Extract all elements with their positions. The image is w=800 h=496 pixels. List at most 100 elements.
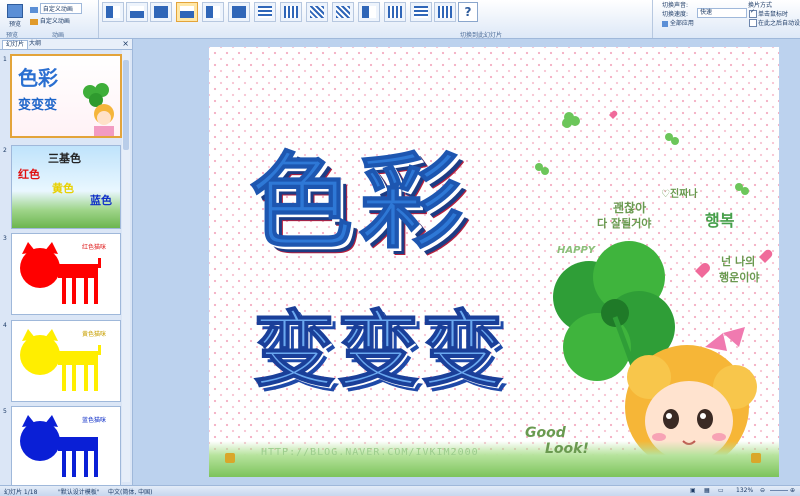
custom-animation-icon [30,18,38,25]
thumb-red-cat-image [20,242,101,304]
close-icon[interactable]: × [122,39,129,48]
transition-option-10[interactable] [332,2,354,22]
view-slideshow-icon[interactable]: ▭ [718,487,724,494]
transition-sound-label: 切换声音: [662,2,689,9]
thumb-yellow-cat-image [20,329,101,391]
slide-thumbnail-5[interactable]: 蓝色猫咪 [11,406,121,486]
panel-scrollbar[interactable] [122,50,130,482]
ribbon-divider [652,0,653,38]
transition-icon [284,6,298,18]
deco-text: Look! [545,441,589,457]
tab-slides[interactable]: 幻灯片 [2,40,29,49]
transition-icon [206,6,220,18]
transition-icon [388,6,402,18]
transition-icon [336,6,350,18]
zoom-in-icon[interactable]: ⊕ [790,487,795,494]
thumb-number: 3 [3,235,7,242]
deco-text: 행운이야 [719,271,760,284]
thumb-number: 5 [3,408,7,415]
view-sorter-icon[interactable]: ▦ [704,487,710,494]
thumb-subtitle: 变变变 [18,98,58,113]
transition-icon [106,6,120,18]
status-bar: 幻灯片 1/18 "默认设计模板" 中文(简体, 中国) ▣ ▦ ▭ 132% … [0,485,800,496]
animation-icon [30,6,38,13]
transition-icon [310,6,324,18]
deco-text: HAPPY [557,245,596,256]
transition-option-5[interactable] [202,2,224,22]
transition-option-8[interactable] [280,2,302,22]
auto-after-checkbox[interactable] [749,19,757,27]
thumb-title: 三基色 [48,152,81,165]
preview-button-label: 预览 [8,21,21,28]
transition-icon [414,6,428,18]
transition-option-11[interactable] [358,2,380,22]
transition-icon [362,6,376,18]
zoom-slider[interactable] [770,490,788,491]
transition-icon [232,6,246,18]
thumb-yellow-label: 黄色 [52,182,74,195]
scrollbar-thumb[interactable] [123,60,129,150]
transition-option-14[interactable] [434,2,456,22]
transition-icon [258,6,272,18]
ribbon-divider [98,0,99,38]
transition-option-2[interactable] [126,2,148,22]
transition-option-3[interactable] [150,2,172,22]
zoom-level[interactable]: 132% [736,487,753,494]
thumb-blue-cat-image [20,415,98,477]
on-click-label: 单击鼠标时 [758,11,789,18]
transition-option-9[interactable] [306,2,328,22]
deco-text: 넌 나의 [721,255,756,268]
group-label-animation: 动画 [52,32,65,39]
ribbon: 预览 预览 自定义动画 自定义动画 动画 ? 切换到此幻灯片 切换声音: 切换速… [0,0,800,39]
transition-option-1[interactable] [102,2,124,22]
auto-after-label: 在此之后自动设置 [758,20,800,27]
apply-all-icon [662,20,668,27]
group-label-transition: 切换到此幻灯片 [460,32,503,39]
slides-panel: 幻灯片 大纲 × 1 色彩 变变变 2 三基色 红色 黄色 蓝色 3 红色猫咪 [0,39,133,486]
transition-icon [180,6,194,18]
thumb-title: 色彩 [18,66,58,90]
slide-thumbnail-4[interactable]: 黄色猫咪 [11,320,121,402]
speaker-icon[interactable] [751,453,761,463]
thumb-number: 2 [3,147,7,154]
slide-title[interactable]: 色彩 [248,117,469,268]
transition-speed-label: 切换速度: [662,11,689,18]
transition-option-7[interactable] [254,2,276,22]
transition-option-6[interactable] [228,2,250,22]
tab-outline[interactable]: 大纲 [26,40,44,48]
deco-text: 행복 [705,211,735,230]
deco-text: 다 잘될거야 [597,217,652,230]
thumb-number: 1 [3,56,7,63]
panel-tabs: 幻灯片 大纲 × [0,39,132,50]
deco-text: 괜찮아 [613,201,647,215]
speaker-icon[interactable] [225,453,235,463]
slide-subtitle[interactable]: 变变变 [252,283,505,402]
apply-all-button[interactable]: 全部应用 [662,18,694,27]
transition-option-13[interactable] [410,2,432,22]
on-click-checkbox[interactable] [749,8,757,18]
transition-option-12[interactable] [384,2,406,22]
slide-thumbnail-3[interactable]: 红色猫咪 [11,233,121,315]
thumb-red-label: 红色 [18,168,40,181]
help-button[interactable]: ? [458,2,478,22]
deco-text: ♡진짜나 [661,189,698,200]
slide-editor-area: 괜찮아 다 잘될거야 ♡진짜나 행복 넌 나의 행운이야 HAPPY Good … [133,39,800,485]
thumb-clover-girl-image [83,83,114,136]
animation-dropdown[interactable]: 自定义动画 [30,3,82,14]
custom-animation-button[interactable]: 自定义动画 [30,16,70,25]
group-label-preview: 预览 [6,32,19,39]
slide-thumbnail-2[interactable]: 三基色 红色 黄色 蓝色 [11,145,121,229]
transition-speed-select[interactable]: 快速 [697,8,747,18]
zoom-out-icon[interactable]: ⊖ [760,487,765,494]
slide-thumbnail-1[interactable]: 色彩 变变变 [10,54,122,138]
deco-text: Good [525,425,566,441]
preview-icon [7,4,23,18]
thumb-number: 4 [3,322,7,329]
slide-canvas[interactable]: 괜찮아 다 잘될거야 ♡진짜나 행복 넌 나의 행운이야 HAPPY Good … [209,47,779,477]
view-normal-icon[interactable]: ▣ [690,487,696,494]
thumb-blue-label: 蓝色 [90,194,112,207]
transition-option-4[interactable] [176,2,198,22]
preview-button[interactable]: 预览 [4,2,26,28]
transition-icon [130,6,144,18]
transition-icon [154,6,168,18]
